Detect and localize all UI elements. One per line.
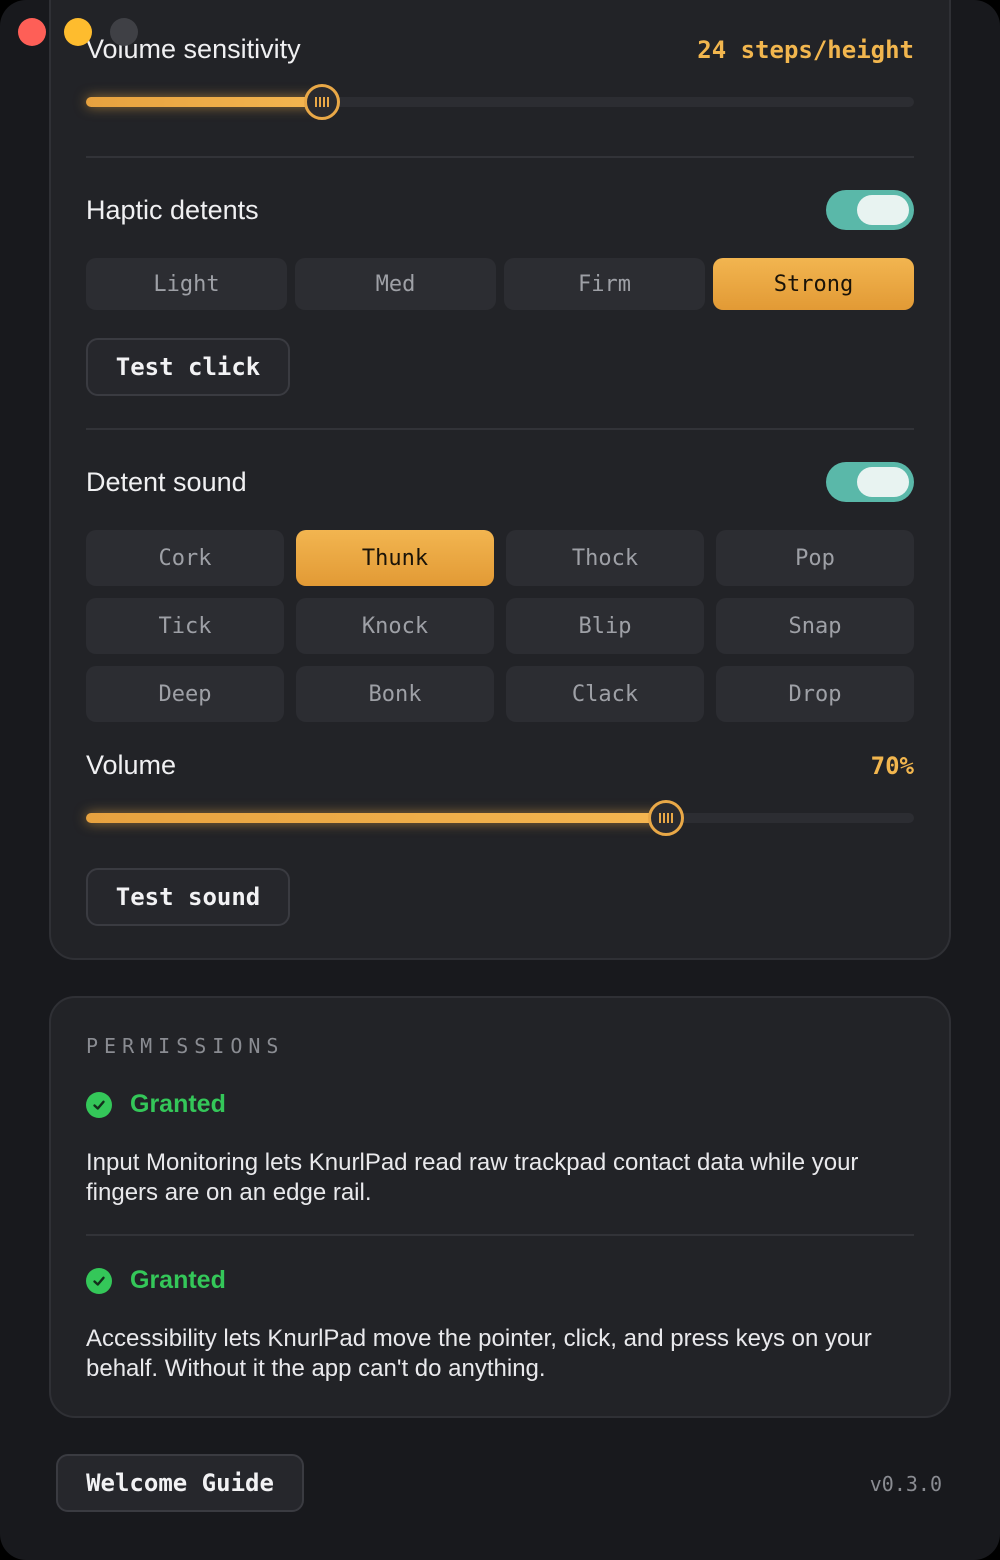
- minimize-window-button[interactable]: [64, 18, 92, 46]
- haptic-detents-label: Haptic detents: [86, 194, 259, 225]
- sound-option-thunk[interactable]: Thunk: [296, 530, 494, 586]
- slider-thumb[interactable]: [303, 84, 340, 120]
- sound-option-blip[interactable]: Blip: [506, 598, 704, 654]
- input-monitoring-description: Input Monitoring lets KnurlPad read raw …: [86, 1149, 859, 1206]
- sound-option-snap[interactable]: Snap: [716, 598, 914, 654]
- detent-sound-label: Detent sound: [86, 466, 247, 497]
- sound-option-cork[interactable]: Cork: [86, 530, 284, 586]
- haptic-option-light[interactable]: Light: [86, 258, 287, 310]
- permissions-card: PERMISSIONS Granted Input Monitoring let…: [49, 996, 951, 1418]
- slider-thumb[interactable]: [647, 800, 684, 836]
- permissions-title: PERMISSIONS: [86, 1034, 285, 1058]
- sound-option-tick[interactable]: Tick: [86, 598, 284, 654]
- haptic-option-firm[interactable]: Firm: [504, 258, 705, 310]
- zoom-window-button[interactable]: [110, 18, 138, 46]
- divider: [86, 156, 914, 158]
- toggle-knob: [857, 467, 909, 497]
- volume-label: Volume: [86, 750, 177, 780]
- haptic-detents-toggle[interactable]: [826, 190, 914, 230]
- haptic-detents-row: Haptic detents: [86, 190, 914, 230]
- volume-row: Volume 70%: [86, 750, 914, 781]
- input-monitoring-status: Granted: [86, 1090, 226, 1119]
- window-controls: [18, 18, 138, 46]
- test-sound-button[interactable]: Test sound: [86, 868, 290, 926]
- haptic-option-strong[interactable]: Strong: [713, 258, 914, 310]
- sound-option-knock[interactable]: Knock: [296, 598, 494, 654]
- settings-card: Volume sensitivity 24 steps/height Hapti…: [49, 0, 951, 960]
- version-label: v0.3.0: [869, 1472, 942, 1496]
- volume-sensitivity-row: Volume sensitivity 24 steps/height: [86, 34, 914, 65]
- volume-value: 70%: [870, 751, 914, 780]
- sound-option-bonk[interactable]: Bonk: [296, 666, 494, 722]
- app-window: Volume sensitivity 24 steps/height Hapti…: [0, 0, 1000, 1560]
- accessibility-description: Accessibility lets KnurlPad move the poi…: [86, 1325, 872, 1382]
- volume-slider[interactable]: [86, 800, 914, 836]
- checkmark-icon: [86, 1091, 112, 1118]
- volume-sensitivity-slider[interactable]: [86, 84, 914, 120]
- permission-status-text: Granted: [130, 1266, 226, 1294]
- close-window-button[interactable]: [18, 18, 46, 46]
- checkmark-icon: [86, 1267, 112, 1294]
- sound-option-pop[interactable]: Pop: [716, 530, 914, 586]
- slider-fill: [86, 813, 666, 823]
- divider: [86, 1234, 914, 1236]
- detent-sound-row: Detent sound: [86, 462, 914, 502]
- sound-option-thock[interactable]: Thock: [506, 530, 704, 586]
- volume-sensitivity-value: 24 steps/height: [697, 35, 914, 64]
- test-click-button[interactable]: Test click: [86, 338, 290, 396]
- sound-option-drop[interactable]: Drop: [716, 666, 914, 722]
- detent-sound-toggle[interactable]: [826, 462, 914, 502]
- divider: [86, 428, 914, 430]
- welcome-guide-button[interactable]: Welcome Guide: [56, 1454, 304, 1512]
- toggle-knob: [857, 195, 909, 225]
- sound-option-clack[interactable]: Clack: [506, 666, 704, 722]
- haptic-option-med[interactable]: Med: [295, 258, 496, 310]
- haptic-strength-segmented-control: Light Med Firm Strong: [86, 258, 914, 310]
- slider-fill: [86, 97, 322, 107]
- sound-option-deep[interactable]: Deep: [86, 666, 284, 722]
- accessibility-status: Granted: [86, 1266, 226, 1295]
- permission-status-text: Granted: [130, 1090, 226, 1118]
- detent-sound-options: Cork Thunk Thock Pop Tick Knock Blip Snap Deep Bo…: [86, 530, 914, 722]
